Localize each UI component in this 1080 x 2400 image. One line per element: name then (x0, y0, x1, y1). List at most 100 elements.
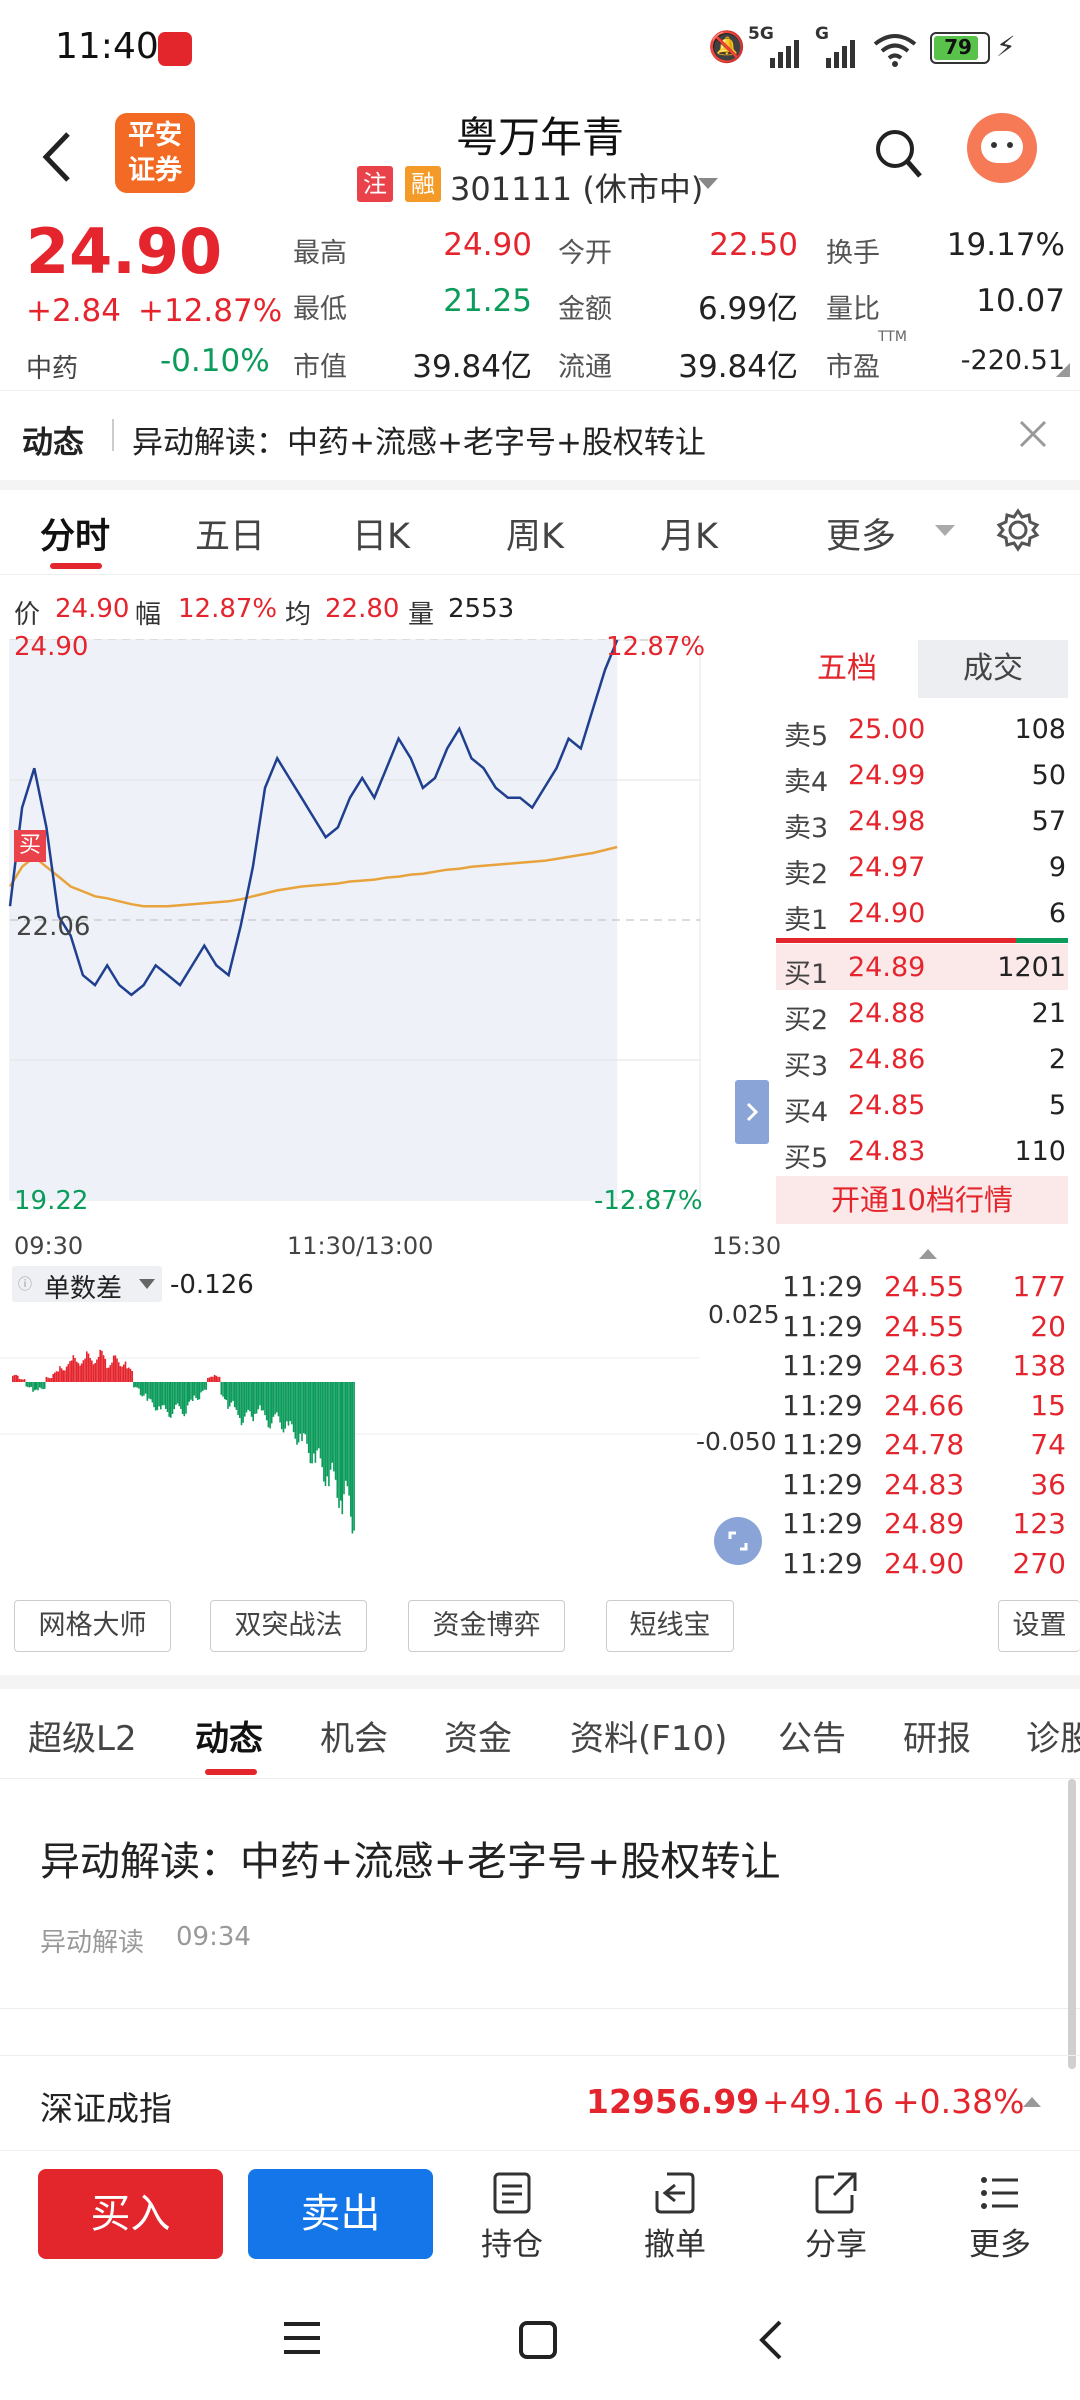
news-article[interactable]: 异动解读：中药+流感+老字号+股权转让 异动解读 09:34 (0, 1779, 1080, 2069)
holdings-button[interactable]: 持仓 (452, 2171, 572, 2264)
intraday-chart[interactable]: 24.90 22.06 19.22 12.87% -12.87% 买 (0, 630, 780, 1220)
trade-volume: 74 (1030, 1428, 1066, 1461)
ask-row[interactable]: 卖4 24.99 50 (776, 752, 1072, 798)
indicator-bar (339, 1382, 342, 1501)
tab-trades[interactable]: 成交 (918, 640, 1068, 698)
back-icon[interactable] (40, 130, 74, 184)
subtab-research[interactable]: 研报 (903, 1711, 971, 1760)
bid-row[interactable]: 买2 24.88 21 (776, 990, 1072, 1036)
indicator-bar (84, 1358, 86, 1382)
dropdown-icon[interactable] (696, 176, 720, 192)
ask-row[interactable]: 卖2 24.97 9 (776, 844, 1072, 890)
fullscreen-button[interactable] (714, 1517, 762, 1565)
subtab-news[interactable]: 动态 (195, 1711, 263, 1760)
tool-short-line[interactable]: 短线宝 (606, 1600, 734, 1652)
corner-expand-icon[interactable] (1056, 363, 1070, 377)
buy-button[interactable]: 买入 (38, 2169, 223, 2259)
subtab-diagnosis[interactable]: 诊股 (1026, 1711, 1080, 1760)
indicator-bar (323, 1382, 325, 1482)
active-subtab-indicator (205, 1769, 257, 1775)
tool-settings[interactable]: 设置 (998, 1600, 1080, 1652)
indicator-bar (89, 1358, 91, 1382)
indicator-bar (218, 1376, 221, 1382)
upgrade-level10-button[interactable]: 开通10档行情 (776, 1176, 1068, 1224)
tab-weekly-k[interactable]: 周K (506, 508, 564, 559)
cancel-order-button[interactable]: 撤单 (615, 2171, 735, 2264)
ask-row[interactable]: 卖3 24.98 57 (776, 798, 1072, 844)
tool-fund-game[interactable]: 资金博弈 (408, 1600, 565, 1652)
tab-intraday[interactable]: 分时 (40, 508, 110, 559)
tab-five-day[interactable]: 五日 (195, 508, 265, 559)
index-bar[interactable]: 深证成指 12956.99 +49.16 +0.38% (0, 2055, 1080, 2150)
indicator-bar (260, 1382, 263, 1411)
subtab-announcement[interactable]: 公告 (778, 1711, 846, 1760)
indicator-panel[interactable]: ⓘ 单数差 -0.126 0.025 -0.050 (0, 1262, 780, 1582)
more-button[interactable]: 更多 (940, 2171, 1060, 2264)
indicator-bar (171, 1382, 174, 1414)
indicator-bar (304, 1382, 307, 1435)
tab-level5[interactable]: 五档 (776, 640, 918, 698)
indicator-bar (197, 1382, 199, 1400)
bid-row[interactable]: 买1 24.89 1201 (776, 944, 1072, 990)
recents-icon[interactable] (282, 2320, 322, 2356)
share-button[interactable]: 分享 (776, 2171, 896, 2264)
avatar[interactable] (967, 113, 1037, 183)
chevron-down-icon[interactable] (934, 524, 956, 538)
indicator-bar (213, 1374, 216, 1382)
sector-change[interactable]: -0.10% (160, 343, 270, 379)
tab-monthly-k[interactable]: 月K (660, 508, 718, 559)
indicator-bar (286, 1382, 288, 1422)
indicator-selector[interactable]: ⓘ 单数差 (12, 1266, 162, 1304)
ask-price: 25.00 (848, 714, 926, 745)
scrollbar[interactable] (1068, 1779, 1076, 2069)
intraday-chart-svg (8, 639, 701, 1201)
bid-price: 24.86 (848, 1044, 926, 1075)
more-label: 更多 (969, 2227, 1031, 2263)
bid-row[interactable]: 买4 24.85 5 (776, 1082, 1072, 1128)
scroll-up-icon[interactable] (918, 1248, 938, 1260)
close-icon[interactable] (1018, 419, 1048, 449)
indicator-bar (321, 1382, 323, 1468)
action-bar: 买入 卖出 持仓 撤单 分享 更多 (0, 2150, 1080, 2280)
indicator-bar (131, 1371, 133, 1382)
subtab-opportunity[interactable]: 机会 (320, 1711, 388, 1760)
tool-double-breakout[interactable]: 双突战法 (210, 1600, 367, 1652)
tool-grid-master[interactable]: 网格大师 (14, 1600, 171, 1652)
bid-row[interactable]: 买3 24.86 2 (776, 1036, 1072, 1082)
back-nav-icon[interactable] (756, 2318, 786, 2362)
indicator-bar (55, 1371, 58, 1382)
buy-marker[interactable]: 买 (14, 830, 46, 862)
search-icon[interactable] (874, 128, 924, 182)
tab-more[interactable]: 更多 (826, 508, 896, 559)
subtab-l2[interactable]: 超级L2 (28, 1711, 137, 1760)
indicator-bar (186, 1382, 189, 1406)
indicator-bar (60, 1368, 63, 1382)
news-ticker[interactable]: 动态 异动解读：中药+流感+老字号+股权转让 (0, 390, 1080, 480)
ask-volume: 9 (1048, 852, 1066, 883)
bid-label: 买4 (784, 1097, 829, 1128)
stock-code-status: 301111 (休市中) (450, 170, 704, 208)
bid-volume: 2 (1048, 1044, 1066, 1075)
article-title[interactable]: 异动解读：中药+流感+老字号+股权转让 (40, 1829, 781, 1887)
expand-orderbook-button[interactable] (735, 1080, 769, 1144)
bid-row[interactable]: 买5 24.83 110 (776, 1128, 1072, 1174)
ask-row[interactable]: 卖1 24.90 6 (776, 890, 1072, 936)
sell-button[interactable]: 卖出 (248, 2169, 433, 2259)
quote-value-volratio: 10.07 (976, 283, 1065, 319)
quote-value-mktcap: 39.84亿 (412, 349, 532, 385)
subtab-profile[interactable]: 资料(F10) (570, 1711, 727, 1760)
section-divider (0, 1675, 1080, 1689)
gear-icon[interactable] (996, 508, 1040, 552)
home-icon[interactable] (518, 2320, 558, 2360)
indicator-bar (43, 1382, 46, 1389)
ask-row[interactable]: 卖5 25.00 108 (776, 706, 1072, 752)
sector-name[interactable]: 中药 (26, 348, 78, 385)
triangle-up-icon[interactable] (1022, 2096, 1042, 2108)
indicator-bar (319, 1382, 322, 1459)
subtab-fund[interactable]: 资金 (444, 1711, 512, 1760)
indicator-bar (181, 1382, 184, 1414)
news-text[interactable]: 异动解读：中药+流感+老字号+股权转让 (132, 417, 706, 462)
tab-daily-k[interactable]: 日K (352, 508, 410, 559)
app-notification-icon (158, 32, 192, 66)
info-icon: ⓘ (18, 1277, 32, 1293)
